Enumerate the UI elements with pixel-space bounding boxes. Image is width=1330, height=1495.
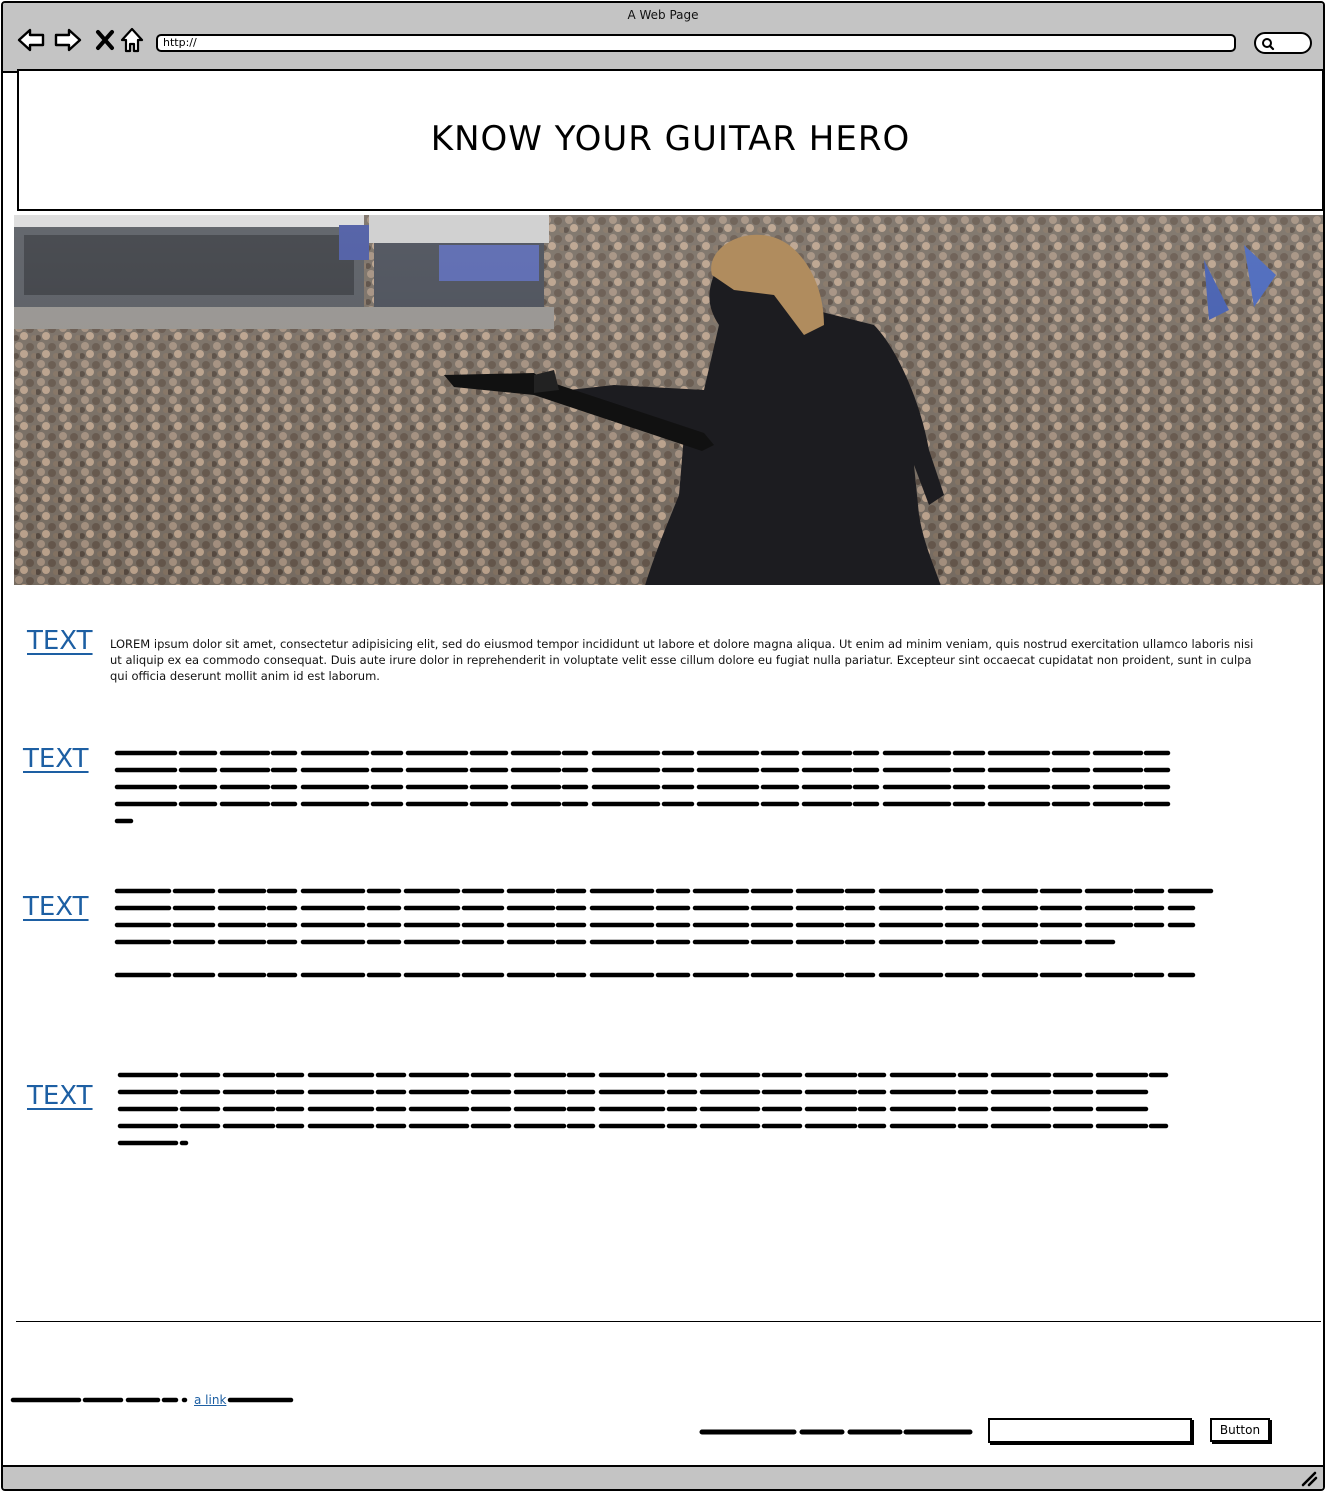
section-body-placeholder-4 (117, 1072, 1169, 1146)
footer-text-placeholder-left (10, 1397, 188, 1403)
section-body-placeholder-2 (114, 750, 1178, 824)
section-title-1[interactable]: TEXT (27, 626, 93, 656)
section-title-3[interactable]: TEXT (23, 892, 89, 922)
forward-arrow-icon[interactable] (53, 25, 83, 55)
hero-concert-image (14, 215, 1323, 589)
footer-text-placeholder-right (699, 1429, 973, 1435)
footer-button[interactable]: Button (1210, 1418, 1270, 1442)
page-header: KNOW YOUR GUITAR HERO (17, 69, 1323, 211)
window-title: A Web Page (627, 8, 699, 22)
page-title: KNOW YOUR GUITAR HERO (430, 119, 911, 159)
section-body-placeholder-3 (114, 888, 1214, 978)
browser-window: A Web Page http:// KNOW YOUR GUITAR HERO (1, 1, 1325, 1491)
section-title-4[interactable]: TEXT (27, 1081, 93, 1111)
address-bar[interactable]: http:// (156, 34, 1236, 52)
back-arrow-icon[interactable] (16, 25, 46, 55)
browser-chrome: A Web Page http:// (3, 3, 1323, 73)
section-title-2[interactable]: TEXT (23, 744, 89, 774)
footer-text-placeholder-after-link (227, 1397, 294, 1403)
footer-text-input[interactable] (988, 1418, 1192, 1443)
search-icon (1262, 38, 1275, 51)
section-body-text-1: LOREM ipsum dolor sit amet, consectetur … (110, 637, 1254, 683)
browser-search-field[interactable] (1254, 32, 1312, 54)
home-icon[interactable] (117, 25, 147, 55)
resize-grip-icon[interactable] (1299, 1469, 1319, 1487)
browser-status-bar (3, 1465, 1323, 1489)
footer-link[interactable]: a link (194, 1393, 226, 1407)
footer-divider (16, 1321, 1321, 1322)
